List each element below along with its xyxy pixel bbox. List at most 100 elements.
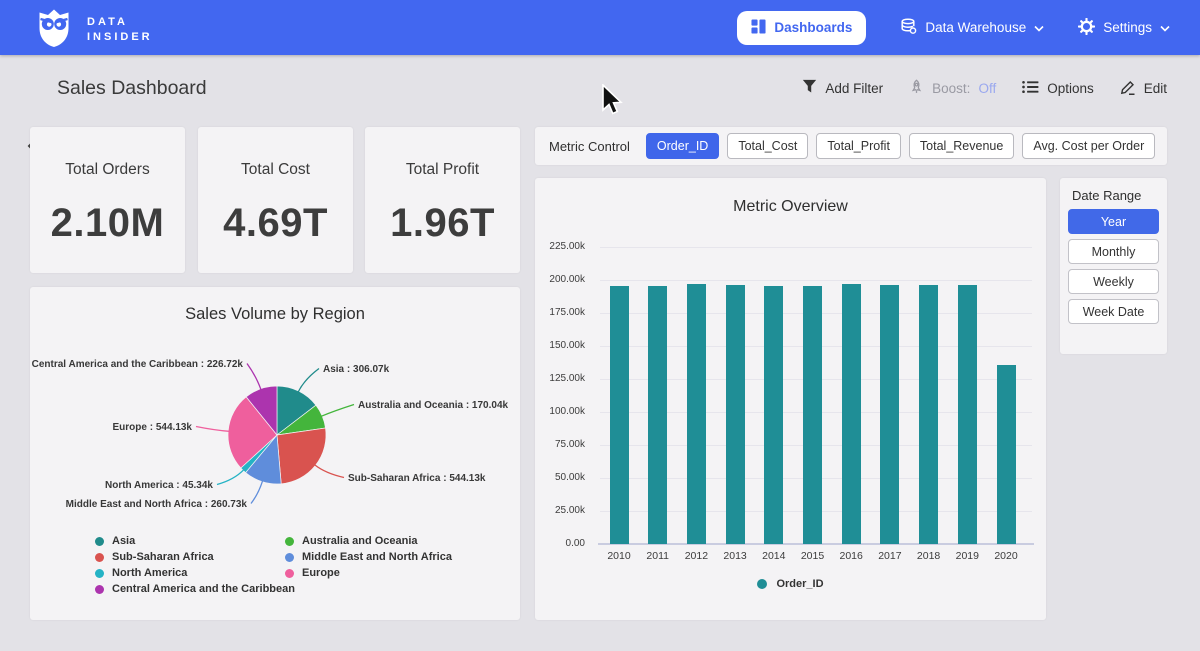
- bar-2019[interactable]: [958, 285, 977, 544]
- pie-legend-column-2: Australia and Oceania Middle East and Nor…: [285, 533, 452, 581]
- date-range-panel: Date Range Year Monthly Weekly Week Date: [1060, 178, 1167, 354]
- y-axis-tick-label: 125.00k: [535, 373, 585, 384]
- legend-dot: [285, 537, 294, 546]
- rocket-icon: [909, 79, 924, 97]
- chevron-down-icon: [1034, 20, 1044, 35]
- bar-2014[interactable]: [764, 286, 783, 544]
- pie-slice-label: Sub-Saharan Africa : 544.13k: [348, 473, 486, 484]
- metric-option-avg-cost[interactable]: Avg. Cost per Order: [1022, 133, 1155, 159]
- pie-slice-label: Australia and Oceania : 170.04k: [358, 400, 509, 411]
- x-axis-tick-label: 2011: [638, 550, 678, 562]
- bar-2012[interactable]: [687, 284, 706, 544]
- legend-label: Asia: [112, 535, 135, 547]
- x-axis-tick-label: 2015: [793, 550, 833, 562]
- legend-label: Central America and the Caribbean: [112, 583, 295, 595]
- kpi-card-total-profit: Total Profit 1.96T: [365, 127, 520, 273]
- bar-2018[interactable]: [919, 285, 938, 544]
- bar-2011[interactable]: [648, 286, 667, 544]
- x-axis-tick-label: 2016: [831, 550, 871, 562]
- legend-dot: [95, 569, 104, 578]
- metric-option-total-revenue[interactable]: Total_Revenue: [909, 133, 1014, 159]
- bar-chart-plot-area: 225.00k200.00k175.00k150.00k125.00k100.0…: [535, 178, 1046, 620]
- edit-button[interactable]: Edit: [1120, 79, 1167, 98]
- legend-dot: [757, 579, 767, 589]
- pie-legend-item[interactable]: North America: [95, 565, 295, 581]
- metric-control-label: Metric Control: [549, 139, 630, 154]
- legend-label: Australia and Oceania: [302, 535, 418, 547]
- kpi-value: 1.96T: [365, 201, 520, 246]
- chevron-down-icon: [1160, 20, 1170, 35]
- pie-legend-item[interactable]: Central America and the Caribbean: [95, 581, 295, 597]
- pie-label-connector: [298, 369, 319, 393]
- x-axis-tick-label: 2017: [870, 550, 910, 562]
- y-axis-tick-label: 75.00k: [535, 439, 585, 450]
- kpi-card-total-cost: Total Cost 4.69T: [198, 127, 353, 273]
- database-icon: [900, 18, 917, 38]
- list-options-icon: [1022, 80, 1039, 97]
- dashboard-grid-icon: [751, 19, 766, 37]
- pie-legend-item[interactable]: Middle East and North Africa: [285, 549, 452, 565]
- x-axis-tick-label: 2014: [754, 550, 794, 562]
- bar-2017[interactable]: [880, 285, 899, 544]
- legend-dot: [285, 569, 294, 578]
- pencil-icon: [1120, 79, 1136, 98]
- pie-legend-item[interactable]: Europe: [285, 565, 452, 581]
- legend-dot: [95, 537, 104, 546]
- pie-slice-label: Asia : 306.07k: [323, 364, 390, 375]
- bar-2013[interactable]: [726, 285, 745, 544]
- kpi-value: 4.69T: [198, 201, 353, 246]
- x-axis-tick-label: 2012: [676, 550, 716, 562]
- pie-legend-item[interactable]: Sub-Saharan Africa: [95, 549, 295, 565]
- legend-dot: [95, 585, 104, 594]
- data-warehouse-menu[interactable]: Data Warehouse: [900, 18, 1044, 38]
- bar-2020[interactable]: [997, 365, 1016, 544]
- bar-chart-legend[interactable]: Order_ID: [535, 578, 1046, 590]
- kpi-label: Total Orders: [30, 161, 185, 179]
- legend-label: Middle East and North Africa: [302, 551, 452, 563]
- pie-slice-label: Central America and the Caribbean : 226.…: [32, 359, 244, 370]
- x-axis-tick-label: 2010: [599, 550, 639, 562]
- filter-funnel-icon: [802, 79, 817, 97]
- settings-menu[interactable]: Settings: [1078, 18, 1170, 38]
- legend-label: Europe: [302, 567, 340, 579]
- owl-logo-icon: [34, 6, 74, 53]
- metric-overview-chart-panel: Metric Overview 225.00k200.00k175.00k150…: [535, 178, 1046, 620]
- legend-dot: [95, 553, 104, 562]
- metric-option-total-profit[interactable]: Total_Profit: [816, 133, 901, 159]
- boost-toggle[interactable]: Boost:Off: [909, 79, 996, 97]
- pie-slice-label: Europe : 544.13k: [113, 422, 193, 433]
- dashboards-button[interactable]: Dashboards: [737, 11, 866, 45]
- y-axis-tick-label: 225.00k: [535, 241, 585, 252]
- bar-2016[interactable]: [842, 284, 861, 544]
- brand-logo[interactable]: DATAINSIDER: [34, 6, 153, 53]
- pie-legend-item[interactable]: Asia: [95, 533, 295, 549]
- app-window: DATAINSIDER Dashboards: [0, 0, 1200, 651]
- pie-label-connector: [315, 465, 344, 478]
- legend-label: Sub-Saharan Africa: [112, 551, 214, 563]
- top-nav: DATAINSIDER Dashboards: [0, 0, 1200, 55]
- legend-label: North America: [112, 567, 187, 579]
- pie-legend-item[interactable]: Australia and Oceania: [285, 533, 452, 549]
- date-option-week-date[interactable]: Week Date: [1068, 299, 1159, 324]
- sales-volume-chart-panel: Sales Volume by Region Asia : 306.07kAus…: [30, 287, 520, 620]
- gear-icon: [1078, 18, 1095, 38]
- pie-label-connector: [217, 470, 244, 485]
- y-axis-tick-label: 175.00k: [535, 307, 585, 318]
- date-option-weekly[interactable]: Weekly: [1068, 269, 1159, 294]
- legend-label: Order_ID: [776, 578, 823, 590]
- legend-dot: [285, 553, 294, 562]
- add-filter-button[interactable]: Add Filter: [802, 79, 883, 97]
- bar-2010[interactable]: [610, 286, 629, 544]
- pie-label-connector: [251, 481, 263, 504]
- y-axis-tick-label: 200.00k: [535, 274, 585, 285]
- pie-slice-label: North America : 45.34k: [105, 480, 213, 491]
- pie-label-connector: [196, 427, 229, 432]
- metric-option-total-cost[interactable]: Total_Cost: [727, 133, 808, 159]
- date-option-year[interactable]: Year: [1068, 209, 1159, 234]
- bar-2015[interactable]: [803, 286, 822, 544]
- pie-slice-sub-saharan-africa[interactable]: [277, 428, 326, 484]
- date-option-monthly[interactable]: Monthly: [1068, 239, 1159, 264]
- metric-option-order-id[interactable]: Order_ID: [646, 133, 719, 159]
- brand-name: DATAINSIDER: [87, 15, 153, 45]
- options-button[interactable]: Options: [1022, 80, 1094, 97]
